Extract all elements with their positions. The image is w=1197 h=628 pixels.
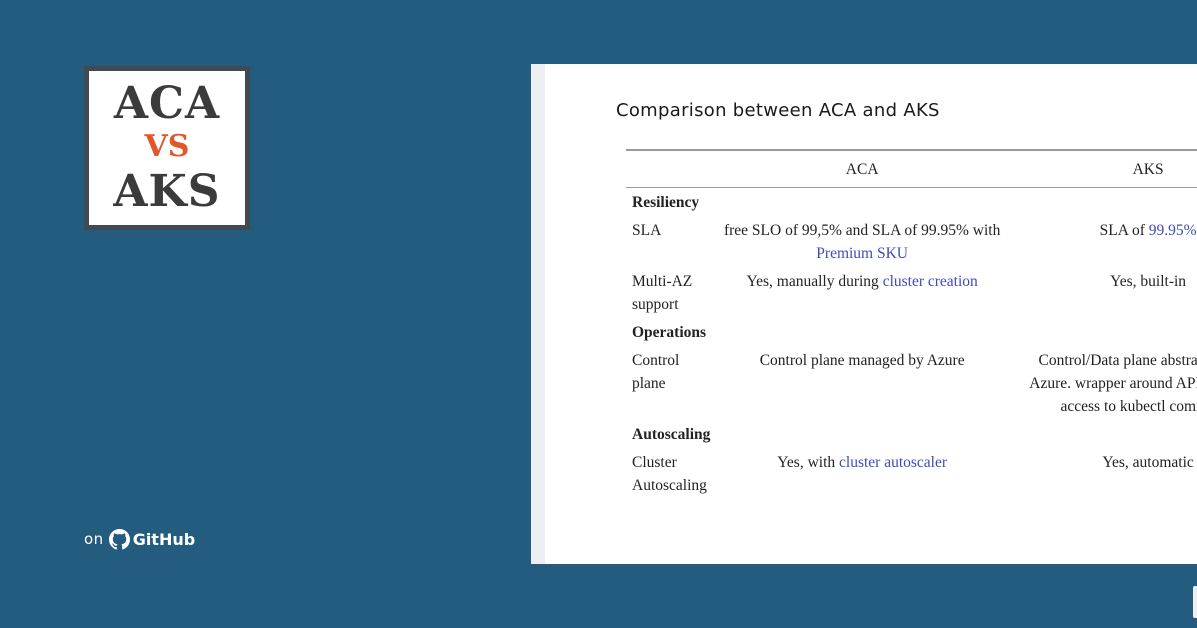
premium-sku-link[interactable]: Premium SKU [816,245,908,262]
aca-autoscaling-cell: Yes, with cluster autoscaler [714,448,1010,499]
cluster-autoscaler-link[interactable]: cluster autoscaler [839,454,947,471]
edge-panel-tab [1193,586,1197,618]
github-link[interactable]: on GitHub [84,528,195,550]
row-label-cluster-autoscaling: Cluster Autoscaling [632,454,707,494]
aca-multiaz-text: Yes, manually during [746,273,883,290]
aks-autoscaling-cell: Yes, automatic [1102,454,1194,471]
github-label: GitHub [132,529,196,549]
logo-text-aks: AKS [113,166,221,217]
section-row-autoscaling: Autoscaling [626,420,1197,448]
table-header-row: ACA AKS [626,150,1197,188]
aks-sla-text: SLA of [1099,222,1149,239]
row-label-multi-az: Multi-AZ support [632,273,693,313]
aks-sla-cell: SLA of 99.95% [1010,216,1197,267]
aca-control-plane-cell: Control plane managed by Azure [759,352,965,369]
aks-sla-link[interactable]: 99.95% [1149,222,1197,239]
column-header-empty [626,150,715,188]
card-side-strip [531,64,545,564]
github-prefix: on [84,530,104,548]
section-row-operations: Operations [626,318,1197,346]
table-row: SLA free SLO of 99,5% and SLA of 99.95% … [626,216,1197,267]
aca-multiaz-cell: Yes, manually during cluster creation [714,267,1010,318]
logo-inner: ACA VS AKS [89,71,245,225]
table-row: Multi-AZ support Yes, manually during cl… [626,267,1197,318]
aca-sla-text: free SLO of 99,5% and SLA of 99.95% with [723,222,1001,239]
aca-autoscaling-text: Yes, with [777,454,840,471]
card-title: Comparison between ACA and AKS [616,100,940,121]
logo-text-aca: ACA [113,78,221,129]
cluster-creation-link[interactable]: cluster creation [883,273,978,290]
table-row: Control plane Control plane managed by A… [626,346,1197,420]
table-row: Cluster Autoscaling Yes, with cluster au… [626,448,1197,499]
aks-control-plane-cell: Control/Data plane abstracted from Azure… [1029,352,1197,415]
row-label-control-plane: Control plane [632,352,680,392]
section-operations: Operations [632,324,707,341]
aca-sla-cell: free SLO of 99,5% and SLA of 99.95% with… [714,216,1010,267]
aks-multiaz-cell: Yes, built-in [1110,273,1187,290]
logo-text-vs: VS [144,129,190,164]
section-resiliency: Resiliency [632,194,700,211]
comparison-table: ACA AKS Resiliency SLA free SLO of 99,5%… [626,149,1197,499]
aca-vs-aks-logo: ACA VS AKS [84,66,250,230]
github-icon [108,528,130,550]
column-header-aca: ACA [714,150,1011,188]
row-label-sla: SLA [632,222,662,239]
section-autoscaling: Autoscaling [632,426,711,443]
section-row-resiliency: Resiliency [626,188,1197,217]
comparison-card: Comparison between ACA and AKS ACA AKS R… [531,64,1197,564]
column-header-aks: AKS [1010,150,1197,188]
